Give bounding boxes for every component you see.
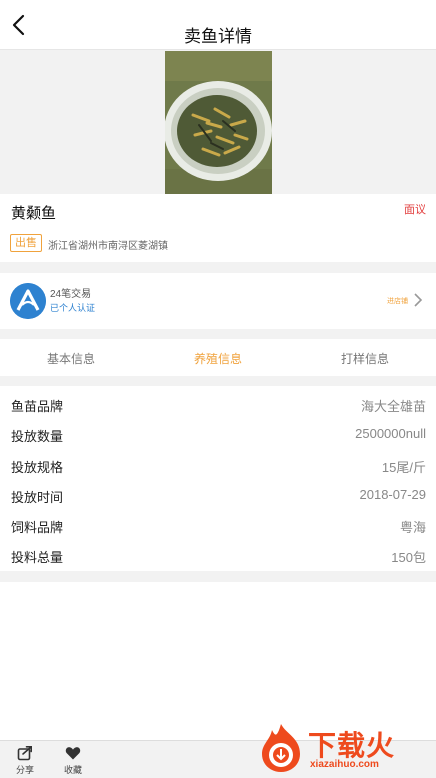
detail-row: 投料总量 150包 — [0, 539, 436, 569]
detail-label: 投料总量 — [11, 550, 64, 565]
seller-card[interactable]: 24笔交易 已个人认证 进店铺 — [0, 273, 436, 329]
tab-basic-info[interactable]: 基本信息 — [47, 350, 95, 367]
fish-photo[interactable] — [165, 51, 272, 194]
page-title: 卖鱼详情 — [184, 27, 252, 46]
detail-row: 投放时间 2018-07-29 — [0, 479, 436, 509]
location-text: 浙江省湖州市南浔区菱湖镇 — [48, 241, 168, 252]
watermark-brand: 下载火 — [308, 730, 396, 761]
farming-details: 鱼苗品牌 海大全雄苗 投放数量 2500000null 投放规格 15尾/斤 投… — [0, 386, 436, 571]
favorite-label: 收藏 — [63, 765, 82, 775]
favorite-button[interactable]: 收藏 — [56, 745, 90, 776]
detail-value: 2018-07-29 — [359, 487, 427, 502]
share-label: 分享 — [15, 765, 34, 775]
detail-value: 150包 — [391, 550, 426, 565]
detail-row: 投放规格 15尾/斤 — [0, 449, 436, 479]
detail-label: 饲料品牌 — [11, 520, 64, 535]
chevron-right-icon — [413, 293, 423, 307]
detail-value: 2500000null — [355, 426, 426, 441]
watermark-logo: 下载火 xiazaihuo.com — [256, 722, 434, 776]
detail-value: 海大全雄苗 — [360, 399, 426, 414]
price-negotiable-label: 面议 — [404, 204, 426, 216]
flame-logo-icon — [262, 724, 300, 772]
detail-row: 投放数量 2500000null — [0, 418, 436, 448]
tab-sampling-info[interactable]: 打样信息 — [341, 350, 389, 367]
fish-name: 黄颡鱼 — [11, 205, 57, 222]
heart-icon — [65, 747, 81, 760]
detail-label: 鱼苗品牌 — [11, 399, 64, 414]
watermark-domain: xiazaihuo.com — [310, 759, 379, 770]
info-tabs: 基本信息 养殖信息 打样信息 — [0, 339, 436, 376]
sell-tag-badge: 出售 — [10, 234, 42, 252]
detail-label: 投放数量 — [11, 429, 64, 444]
listing-info-card: 黄颡鱼 面议 出售 浙江省湖州市南浔区菱湖镇 — [0, 194, 436, 262]
detail-label: 投放时间 — [11, 490, 64, 505]
detail-value: 15尾/斤 — [381, 460, 426, 475]
enter-shop-link[interactable]: 进店铺 — [387, 296, 408, 306]
detail-row: 鱼苗品牌 海大全雄苗 — [0, 388, 436, 418]
verification-status: 已个人认证 — [50, 303, 96, 313]
tab-farming-info[interactable]: 养殖信息 — [194, 350, 242, 367]
trade-count: 24笔交易 — [50, 289, 92, 300]
detail-label: 投放规格 — [11, 460, 64, 475]
detail-row: 饲料品牌 粤海 — [0, 509, 436, 539]
nav-bar: 卖鱼详情 — [0, 0, 436, 50]
share-button[interactable]: 分享 — [8, 745, 42, 776]
photo-area — [0, 51, 436, 194]
seller-avatar — [10, 283, 46, 319]
share-icon — [17, 746, 32, 761]
content-blank-area — [0, 582, 436, 740]
detail-value: 粤海 — [399, 520, 426, 535]
